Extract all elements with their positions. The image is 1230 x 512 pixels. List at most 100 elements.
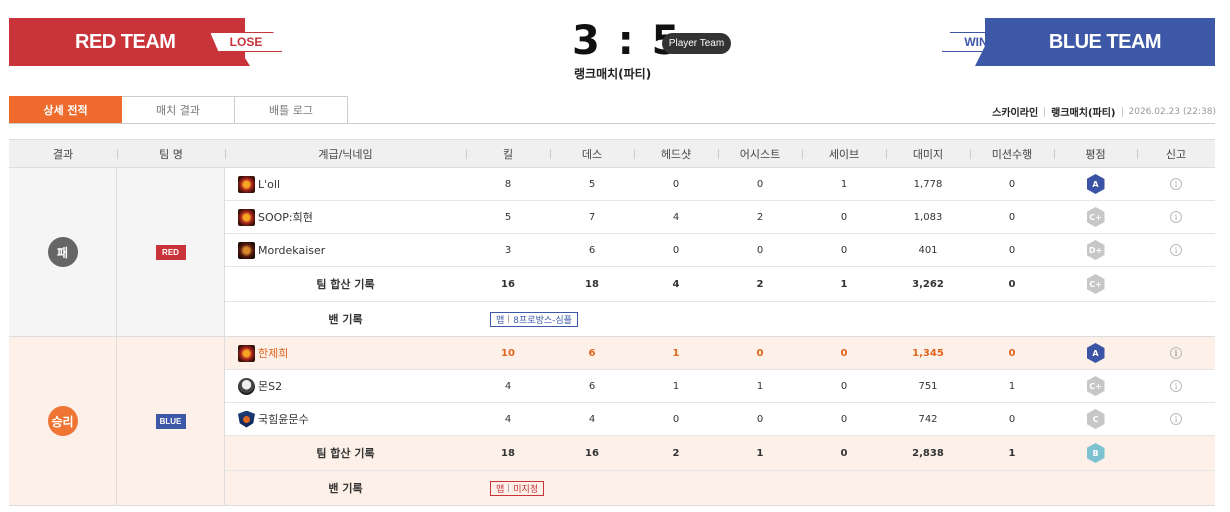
death-value: 6	[588, 380, 596, 392]
tabs-divider	[9, 123, 1215, 124]
total-save: 1	[840, 278, 848, 290]
team-rows: L'oll 8 5 0 0 1 1,778 0 Ai SOOP:희현 5 7 4 2 0 1,083 0 C+ i M…	[225, 168, 1215, 336]
blue-team-name: BLUE TEAM	[1048, 30, 1162, 53]
table-header: 결과 팀 명 계급/닉네임 킬 데스 헤드샷 어시스트 세이브 대미지 미션수행…	[9, 139, 1215, 168]
report-cell: i	[1137, 347, 1215, 359]
save-value: 0	[840, 380, 848, 392]
table-row[interactable]: 한제희 10 6 1 0 0 1,345 0 Ai	[225, 337, 1215, 370]
match-date: 2026.02.23	[1128, 106, 1181, 117]
player-nickname[interactable]: Mordekaiser	[258, 244, 325, 257]
total-mission: 1	[1008, 447, 1016, 459]
kill-value: 5	[504, 211, 512, 223]
damage-value: 1,083	[913, 211, 943, 223]
report-icon[interactable]: i	[1170, 347, 1182, 359]
death-value: 7	[588, 211, 596, 223]
player-nickname[interactable]: SOOP:희현	[258, 209, 313, 225]
grade-badge: C+	[1086, 376, 1105, 396]
meta-separator	[1044, 106, 1046, 117]
ban-row: 밴 기록 맵 미지정	[225, 471, 1215, 505]
tab-match-result[interactable]: 매치 결과	[122, 96, 235, 124]
report-cell: i	[1137, 211, 1215, 223]
report-icon[interactable]: i	[1170, 211, 1182, 223]
player-cell: L'oll	[225, 175, 466, 193]
tab-detail-record[interactable]: 상세 전적	[9, 96, 122, 124]
table-row[interactable]: SOOP:희현 5 7 4 2 0 1,083 0 C+ i	[225, 201, 1215, 234]
mission-value: 0	[1008, 211, 1016, 223]
report-icon[interactable]: i	[1170, 380, 1182, 392]
grade-badge: A	[1086, 174, 1105, 194]
ban-map-value: 8프로방스-심플	[513, 315, 572, 326]
ban-label: 밴 기록	[328, 313, 363, 326]
grade-cell: D+	[1054, 240, 1137, 260]
col-save: 세이브	[802, 146, 886, 162]
player-nickname[interactable]: L'oll	[258, 178, 280, 191]
assist-value: 0	[756, 347, 764, 359]
grade-cell: C	[1054, 409, 1137, 429]
report-icon[interactable]: i	[1170, 413, 1182, 425]
grade-badge: C+	[1086, 207, 1105, 227]
kill-value: 8	[504, 178, 512, 190]
death-value: 6	[588, 244, 596, 256]
player-nickname[interactable]: 몬S2	[258, 378, 282, 394]
red-team-name: RED TEAM	[75, 30, 176, 53]
save-value: 0	[840, 244, 848, 256]
death-value: 4	[588, 413, 596, 425]
total-headshot: 2	[672, 447, 680, 459]
rank-shield-icon	[238, 410, 255, 428]
save-value: 0	[840, 211, 848, 223]
col-headshot: 헤드샷	[634, 146, 718, 162]
headshot-value: 1	[672, 380, 680, 392]
table-row[interactable]: L'oll 8 5 0 0 1 1,778 0 Ai	[225, 168, 1215, 201]
assist-value: 2	[756, 211, 764, 223]
total-assist: 2	[756, 278, 764, 290]
mission-value: 1	[1008, 380, 1016, 392]
col-report: 신고	[1137, 146, 1215, 162]
col-team: 팀 명	[117, 146, 225, 162]
total-kill: 18	[501, 447, 515, 459]
team-total-label: 팀 합산 기록	[316, 278, 375, 291]
headshot-value: 4	[672, 211, 680, 223]
headshot-value: 0	[672, 413, 680, 425]
report-icon[interactable]: i	[1170, 244, 1182, 256]
total-headshot: 4	[672, 278, 680, 290]
ban-map-value: 미지정	[513, 484, 539, 495]
grade-cell: A	[1054, 343, 1137, 363]
mission-value: 0	[1008, 347, 1016, 359]
stats-table: 결과 팀 명 계급/닉네임 킬 데스 헤드샷 어시스트 세이브 대미지 미션수행…	[9, 139, 1215, 506]
table-row[interactable]: 몬S2 4 6 1 1 0 751 1 C+ i	[225, 370, 1215, 403]
result-badge: 패	[47, 237, 78, 267]
player-nickname[interactable]: 한제희	[258, 345, 288, 361]
kill-value: 4	[504, 380, 512, 392]
team-tag: BLUE	[155, 413, 186, 429]
result-tabs: 상세 전적 매치 결과 배틀 로그	[9, 96, 348, 124]
ban-row: 밴 기록 맵 8프로방스-심플	[225, 302, 1215, 336]
player-cell: Mordekaiser	[225, 241, 466, 259]
save-value: 0	[840, 347, 848, 359]
kill-value: 4	[504, 413, 512, 425]
table-row[interactable]: Mordekaiser 3 6 0 0 0 401 0 D+ i	[225, 234, 1215, 267]
meta-separator	[1121, 106, 1123, 117]
table-row[interactable]: 국힘윤문수 4 4 0 0 0 742 0 Ci	[225, 403, 1215, 436]
total-death: 16	[585, 447, 599, 459]
ban-label: 밴 기록	[328, 482, 363, 495]
damage-value: 1,345	[912, 347, 944, 359]
result-cell: 승리	[9, 337, 117, 505]
ban-map-tag: 맵	[496, 315, 505, 326]
report-icon[interactable]: i	[1170, 178, 1182, 190]
player-nickname[interactable]: 국힘윤문수	[258, 411, 309, 427]
player-team-badge: Player Team	[662, 33, 731, 54]
total-damage: 3,262	[912, 278, 944, 290]
team-total-row: 팀 합산 기록 18 16 2 1 0 2,838 1 B	[225, 436, 1215, 471]
player-cell: SOOP:희현	[225, 208, 466, 226]
tab-battle-log[interactable]: 배틀 로그	[235, 96, 348, 124]
mission-value: 0	[1008, 178, 1016, 190]
total-grade-cell: C+	[1054, 274, 1137, 294]
col-kill: 킬	[466, 146, 550, 162]
col-death: 데스	[550, 146, 634, 162]
team-cell: RED	[117, 168, 225, 336]
assist-value: 0	[756, 413, 764, 425]
ban-map-tag: 맵	[496, 484, 505, 495]
grade-badge: C	[1086, 409, 1105, 429]
total-damage: 2,838	[912, 447, 944, 459]
mission-value: 0	[1008, 413, 1016, 425]
